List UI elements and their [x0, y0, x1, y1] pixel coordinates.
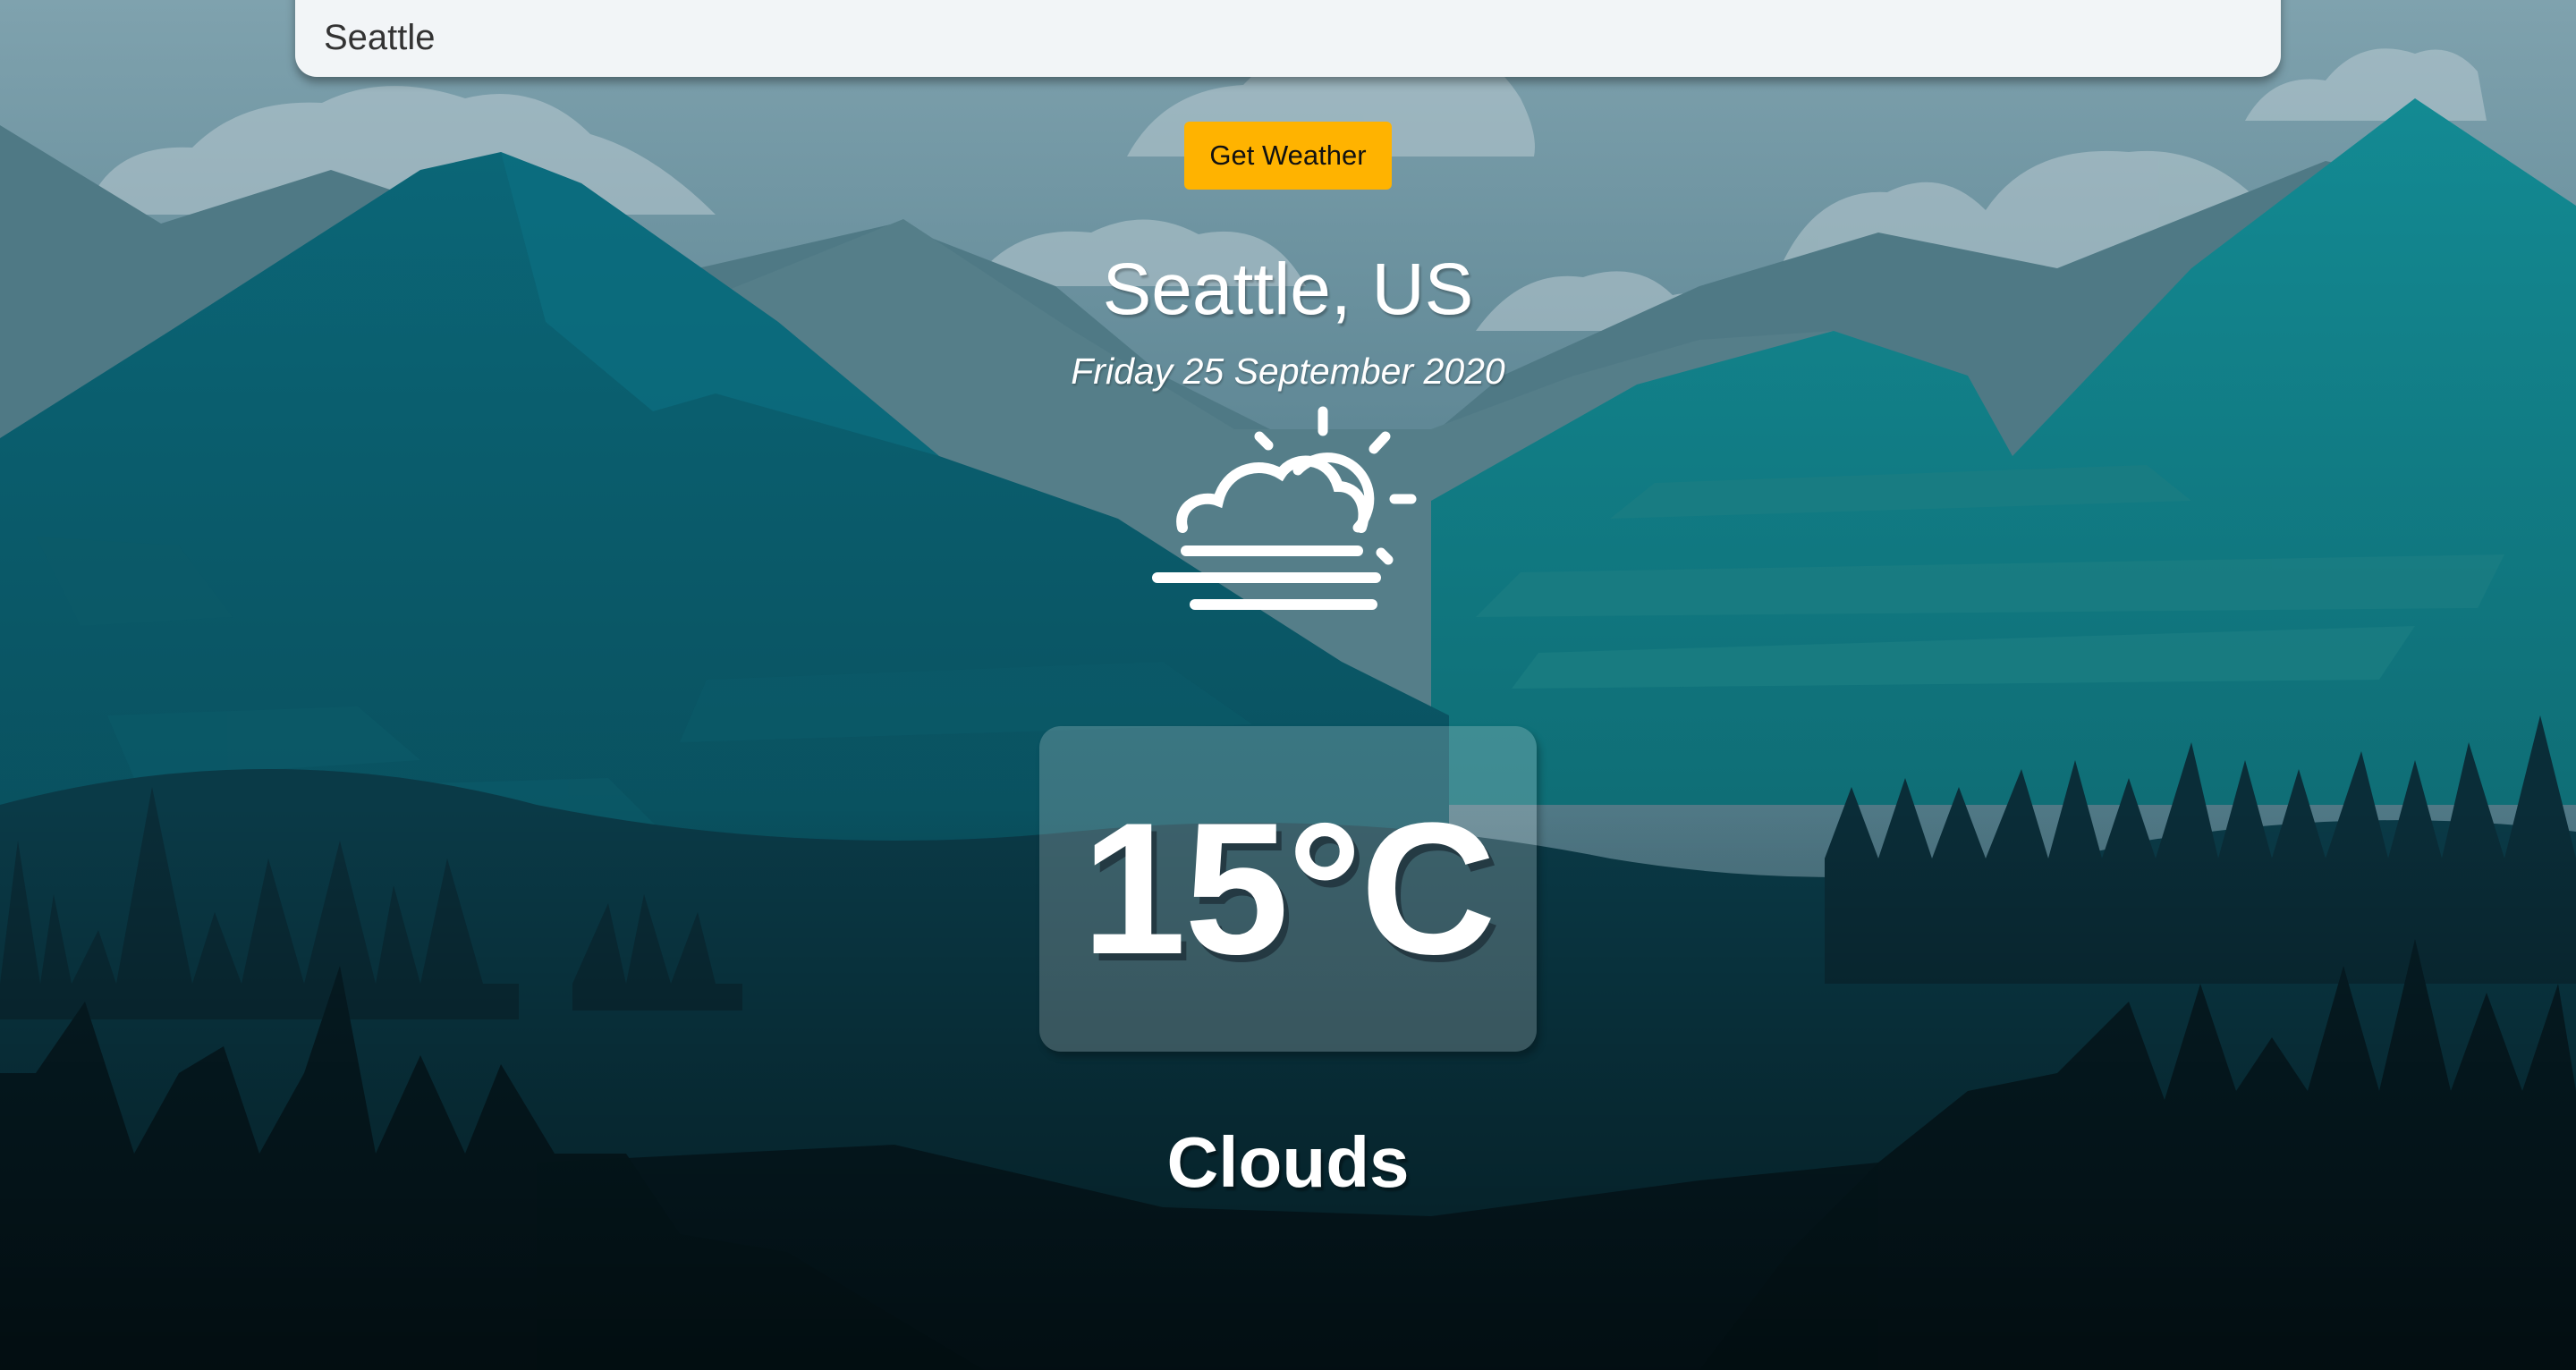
partly-cloudy-sun-icon [1152, 406, 1417, 610]
get-weather-button[interactable]: Get Weather [1184, 122, 1392, 190]
current-date: Friday 25 September 2020 [1071, 351, 1505, 392]
search-bar [295, 0, 2281, 77]
weather-app: Get Weather Seattle, US Friday 25 Septem… [0, 0, 2576, 1370]
temperature-value: 15°C [1081, 783, 1496, 994]
location-title: Seattle, US [1102, 249, 1474, 330]
weather-condition: Clouds [1166, 1122, 1410, 1202]
temperature-card: 15°C [1039, 726, 1537, 1052]
city-search-input[interactable] [295, 9, 2281, 66]
